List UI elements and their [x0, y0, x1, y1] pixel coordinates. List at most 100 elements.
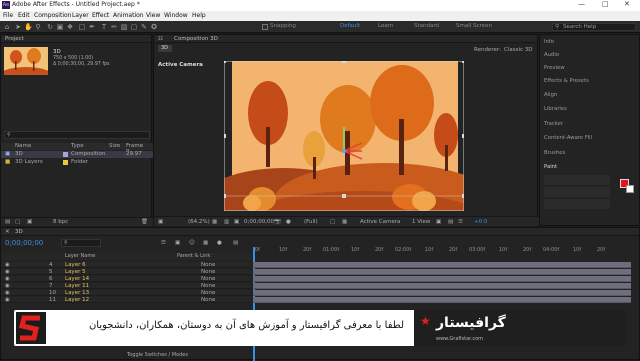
- tab-timeline-3d[interactable]: 3D: [15, 229, 23, 235]
- renderer-value[interactable]: Classic 3D: [504, 47, 533, 53]
- maximize-icon[interactable]: □: [602, 0, 609, 8]
- resolution-dropdown[interactable]: (Full): [304, 219, 318, 225]
- frame-blending-icon[interactable]: ▦: [203, 240, 208, 246]
- panel-preview[interactable]: Preview: [544, 65, 565, 71]
- rotate-tool-icon[interactable]: ↻: [46, 23, 54, 31]
- type-tool-icon[interactable]: T: [100, 23, 108, 31]
- menu-edit[interactable]: Edit: [18, 12, 30, 19]
- layer-duration-bar[interactable]: [253, 262, 631, 268]
- project-search-input[interactable]: ⚲: [4, 131, 150, 139]
- selection-tool-icon[interactable]: ➤: [14, 23, 22, 31]
- mask-visibility-icon[interactable]: ▣: [234, 219, 239, 225]
- layer-duration-bar[interactable]: [253, 269, 631, 275]
- workspace-learn[interactable]: Learn: [378, 23, 393, 29]
- visibility-eye-icon[interactable]: ◉: [5, 262, 10, 268]
- snapping-checkbox[interactable]: [262, 24, 268, 30]
- region-of-interest-icon[interactable]: □: [330, 219, 335, 225]
- background-color-swatch[interactable]: [626, 185, 634, 193]
- fast-preview-icon[interactable]: ▣: [436, 219, 441, 225]
- timeline-current-time[interactable]: 0;00;00;00: [5, 239, 43, 247]
- comp-flow-tab[interactable]: 3D: [158, 45, 172, 52]
- workspace-default[interactable]: Default: [340, 23, 360, 29]
- rectangle-tool-icon[interactable]: □: [78, 23, 86, 31]
- new-folder-icon[interactable]: ▢: [15, 219, 20, 225]
- search-help-input[interactable]: ⚲ Search Help: [552, 23, 636, 31]
- new-composition-icon[interactable]: ▣: [27, 219, 32, 225]
- view-layout-dropdown[interactable]: 1 View: [412, 219, 430, 225]
- col-layer-name[interactable]: Layer Name: [65, 253, 95, 259]
- motion-blur-icon[interactable]: ●: [217, 240, 222, 246]
- table-row[interactable]: ◉ 10 Layer 13 None: [1, 290, 251, 296]
- bit-depth-label[interactable]: 8 bpc: [53, 219, 68, 225]
- close-tab-icon[interactable]: ✕: [5, 229, 10, 235]
- eraser-tool-icon[interactable]: ▢: [130, 23, 138, 31]
- table-row[interactable]: ◉ 4 Layer 6 None: [1, 262, 251, 268]
- panel-paint[interactable]: Paint: [544, 164, 557, 170]
- tab-project[interactable]: Project: [5, 36, 24, 42]
- col-type[interactable]: Type: [71, 143, 84, 149]
- visibility-eye-icon[interactable]: ◉: [5, 269, 10, 275]
- col-size[interactable]: Size: [109, 143, 120, 149]
- trash-icon[interactable]: 🗑: [141, 219, 148, 225]
- table-row[interactable]: ◉ 7 Layer 11 None: [1, 283, 251, 289]
- visibility-eye-icon[interactable]: ◉: [5, 297, 10, 303]
- snapshot-icon[interactable]: 📷: [274, 219, 281, 225]
- zoom-dropdown[interactable]: (64.2%): [188, 219, 210, 225]
- list-item[interactable]: ▣ 3D Composition 29.97: [1, 151, 153, 158]
- lock-icon[interactable]: ☷: [158, 36, 163, 42]
- panel-info[interactable]: Info: [544, 39, 554, 45]
- timeline-icon[interactable]: ▤: [448, 219, 453, 225]
- menu-view[interactable]: View: [146, 12, 160, 19]
- panel-audio[interactable]: Audio: [544, 52, 559, 58]
- layer-duration-bar[interactable]: [253, 276, 631, 282]
- layer-duration-bar[interactable]: [253, 297, 631, 303]
- toggle-switches-modes[interactable]: Toggle Switches / Modes: [127, 352, 188, 358]
- menu-effect[interactable]: Effect: [92, 12, 109, 19]
- col-name[interactable]: Name: [15, 143, 31, 149]
- composition-viewer[interactable]: [224, 61, 464, 211]
- menu-composition[interactable]: Composition: [34, 12, 71, 19]
- table-row[interactable]: ◉ 6 Layer 14 None: [1, 276, 251, 282]
- layer-duration-bar[interactable]: [253, 290, 631, 296]
- panel-tracker[interactable]: Tracker: [544, 121, 563, 127]
- panel-brushes[interactable]: Brushes: [544, 150, 565, 156]
- shy-icon[interactable]: ☺: [189, 240, 195, 246]
- menu-layer[interactable]: Layer: [72, 12, 89, 19]
- stamp-tool-icon[interactable]: ▧: [120, 23, 128, 31]
- workspace-small-screen[interactable]: Small Screen: [456, 23, 492, 29]
- 3d-view-dropdown[interactable]: Active Camera: [360, 219, 400, 225]
- col-parent-link[interactable]: Parent & Link: [177, 253, 210, 259]
- draft-3d-icon[interactable]: ▣: [175, 240, 180, 246]
- pan-behind-tool-icon[interactable]: ❖: [66, 23, 74, 31]
- list-item[interactable]: ■ 3D Layers Folder: [1, 159, 153, 166]
- exposure-value[interactable]: +0.0: [474, 219, 487, 225]
- home-icon[interactable]: ⌂: [3, 23, 11, 31]
- hand-tool-icon[interactable]: ✋: [24, 23, 33, 31]
- magnification-icon[interactable]: ▣: [158, 219, 163, 225]
- minimize-icon[interactable]: —: [578, 0, 585, 8]
- menu-file[interactable]: File: [3, 12, 13, 19]
- label-color-swatch[interactable]: [63, 152, 68, 157]
- visibility-eye-icon[interactable]: ◉: [5, 290, 10, 296]
- current-time[interactable]: 0;00;00;00: [244, 219, 274, 225]
- camera-tool-icon[interactable]: ▣: [56, 23, 64, 31]
- visibility-eye-icon[interactable]: ◉: [5, 276, 10, 282]
- pen-tool-icon[interactable]: ✒: [88, 23, 96, 31]
- zoom-tool-icon[interactable]: ⚲: [34, 23, 42, 31]
- brush-tool-icon[interactable]: ✏: [110, 23, 118, 31]
- table-row[interactable]: ◉ 5 Layer 5 None: [1, 269, 251, 275]
- menu-animation[interactable]: Animation: [113, 12, 144, 19]
- workspace-standard[interactable]: Standard: [414, 23, 439, 29]
- tab-composition[interactable]: Composition 3D: [174, 36, 218, 42]
- panel-content-aware-fill[interactable]: Content-Aware Fill: [544, 135, 592, 141]
- close-icon[interactable]: ✕: [624, 0, 630, 8]
- menu-window[interactable]: Window: [164, 12, 188, 19]
- label-color-swatch[interactable]: [63, 160, 68, 165]
- layer-search-input[interactable]: ⚲: [61, 239, 101, 247]
- panel-align[interactable]: Align: [544, 92, 557, 98]
- fit-icon[interactable]: ▦: [212, 219, 217, 225]
- panel-effects-presets[interactable]: Effects & Presets: [544, 78, 589, 84]
- table-row[interactable]: ◉ 11 Layer 12 None: [1, 297, 251, 303]
- puppet-tool-icon[interactable]: ✪: [150, 23, 158, 31]
- show-channel-icon[interactable]: ●: [286, 219, 291, 225]
